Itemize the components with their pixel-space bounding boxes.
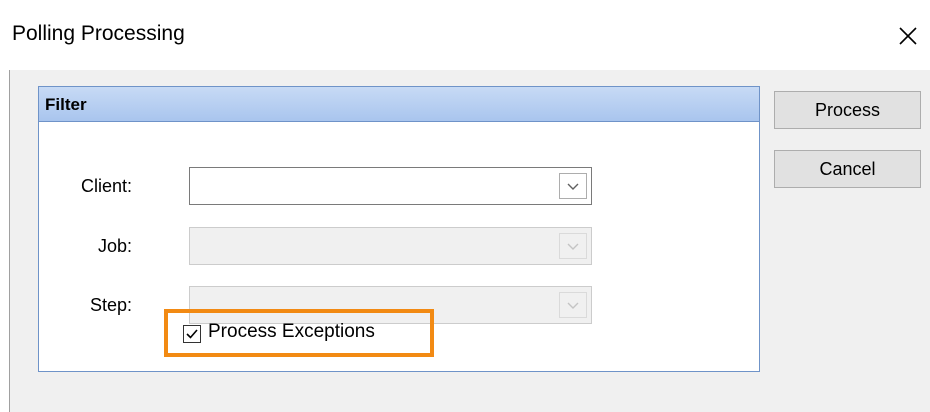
dialog-body: Filter Client: Job: Step: Process Except… [9, 70, 930, 412]
title-bar: Polling Processing [0, 0, 930, 70]
window-title: Polling Processing [12, 22, 185, 45]
close-button[interactable] [890, 18, 926, 54]
job-dropdown-button[interactable] [559, 233, 587, 259]
checkmark-icon [186, 329, 198, 339]
job-dropdown[interactable] [189, 227, 592, 265]
client-label: Client: [80, 176, 132, 196]
chevron-down-icon [567, 243, 579, 250]
chevron-down-icon [567, 183, 579, 190]
client-dropdown[interactable] [189, 167, 592, 205]
polling-processing-dialog: Polling Processing Filter Client: Job: S… [0, 0, 930, 412]
client-dropdown-button[interactable] [559, 173, 587, 199]
cancel-button[interactable]: Cancel [774, 150, 921, 188]
job-label: Job: [97, 236, 132, 256]
process-exceptions-label[interactable]: Process Exceptions [208, 321, 375, 343]
process-exceptions-highlight: Process Exceptions [164, 309, 434, 357]
filter-group-title: Filter [45, 95, 87, 114]
filter-group-header: Filter [39, 87, 759, 122]
process-exceptions-checkbox[interactable] [183, 325, 201, 343]
filter-group: Filter Client: Job: Step: Process Except… [38, 86, 760, 372]
step-label: Step: [89, 295, 132, 315]
chevron-down-icon [567, 302, 579, 309]
close-icon [899, 27, 917, 45]
process-button[interactable]: Process [774, 91, 921, 129]
step-dropdown-button[interactable] [559, 292, 587, 318]
